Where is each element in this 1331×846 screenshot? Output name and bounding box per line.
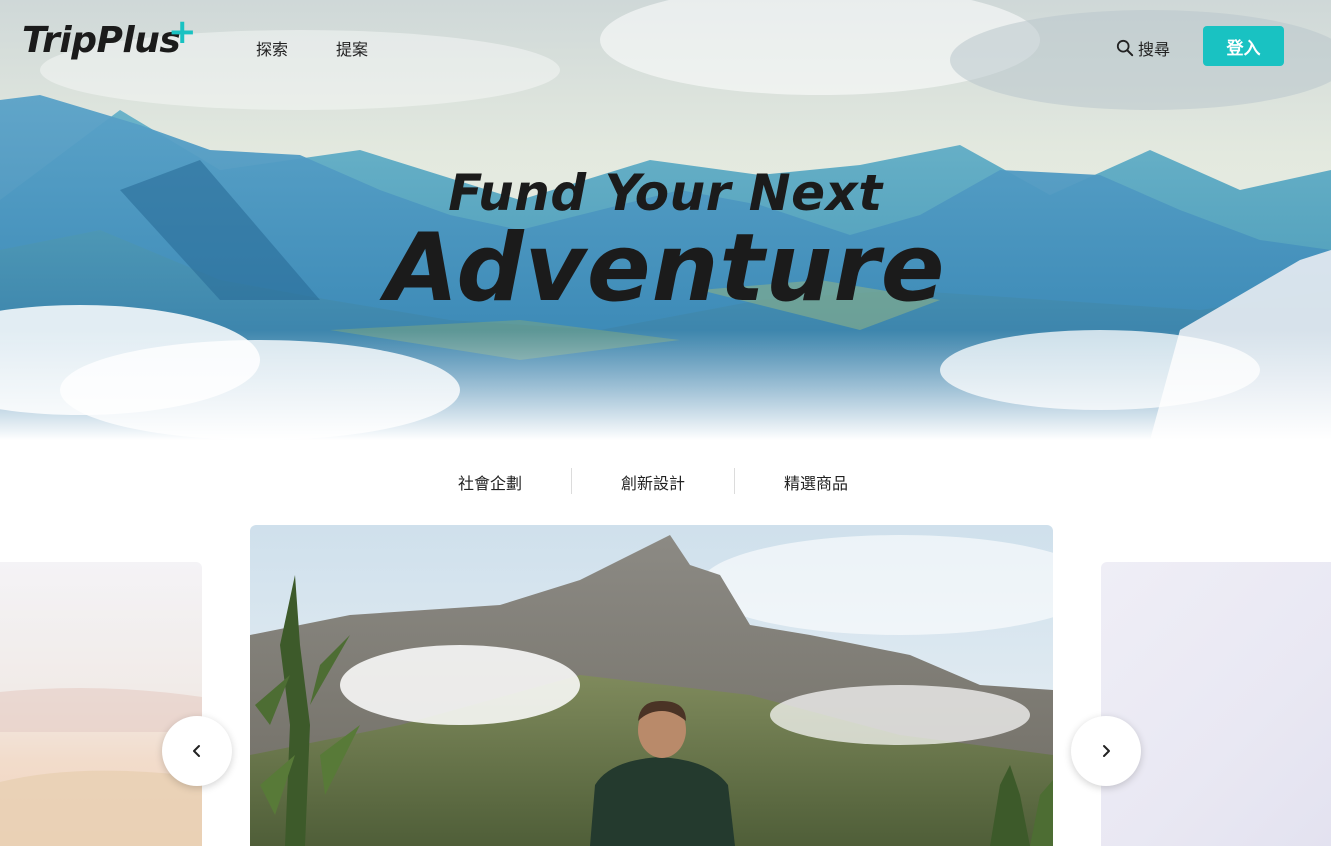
slide-previous-image [0,562,202,846]
carousel-slide-current[interactable] [250,525,1053,846]
carousel-slide-next[interactable] [1101,562,1331,846]
nav-link-propose[interactable]: 提案 [336,36,368,60]
tab-innovative-design[interactable]: 創新設計 [572,468,734,496]
tab-social-projects[interactable]: 社會企劃 [409,468,571,496]
login-button[interactable]: 登入 [1203,26,1284,66]
category-tabs: 社會企劃 創新設計 精選商品 [409,468,921,496]
top-navigation-bar: TripPlus + 探索 提案 搜尋 登入 [0,0,1331,90]
chevron-right-icon [1103,745,1110,757]
carousel-slide-previous[interactable] [0,562,202,846]
logo-text: TripPlus [22,20,181,61]
logo-plus-mark: + [168,12,197,52]
tab-featured-products[interactable]: 精選商品 [735,468,897,496]
chevron-left-icon [193,745,200,757]
nav-link-explore[interactable]: 探索 [256,36,288,60]
search-button[interactable]: 搜尋 [1116,36,1170,60]
hero-headline-line2: Adventure [385,214,946,323]
carousel-next-button[interactable] [1071,716,1141,786]
carousel-prev-button[interactable] [162,716,232,786]
hiker-mountain-image [250,525,1053,846]
tripplus-logo[interactable]: TripPlus + [22,12,197,61]
search-icon [1116,39,1134,57]
search-label: 搜尋 [1138,42,1171,59]
hero-banner: TripPlus + 探索 提案 搜尋 登入 Fund Your Next Ad… [0,0,1331,440]
